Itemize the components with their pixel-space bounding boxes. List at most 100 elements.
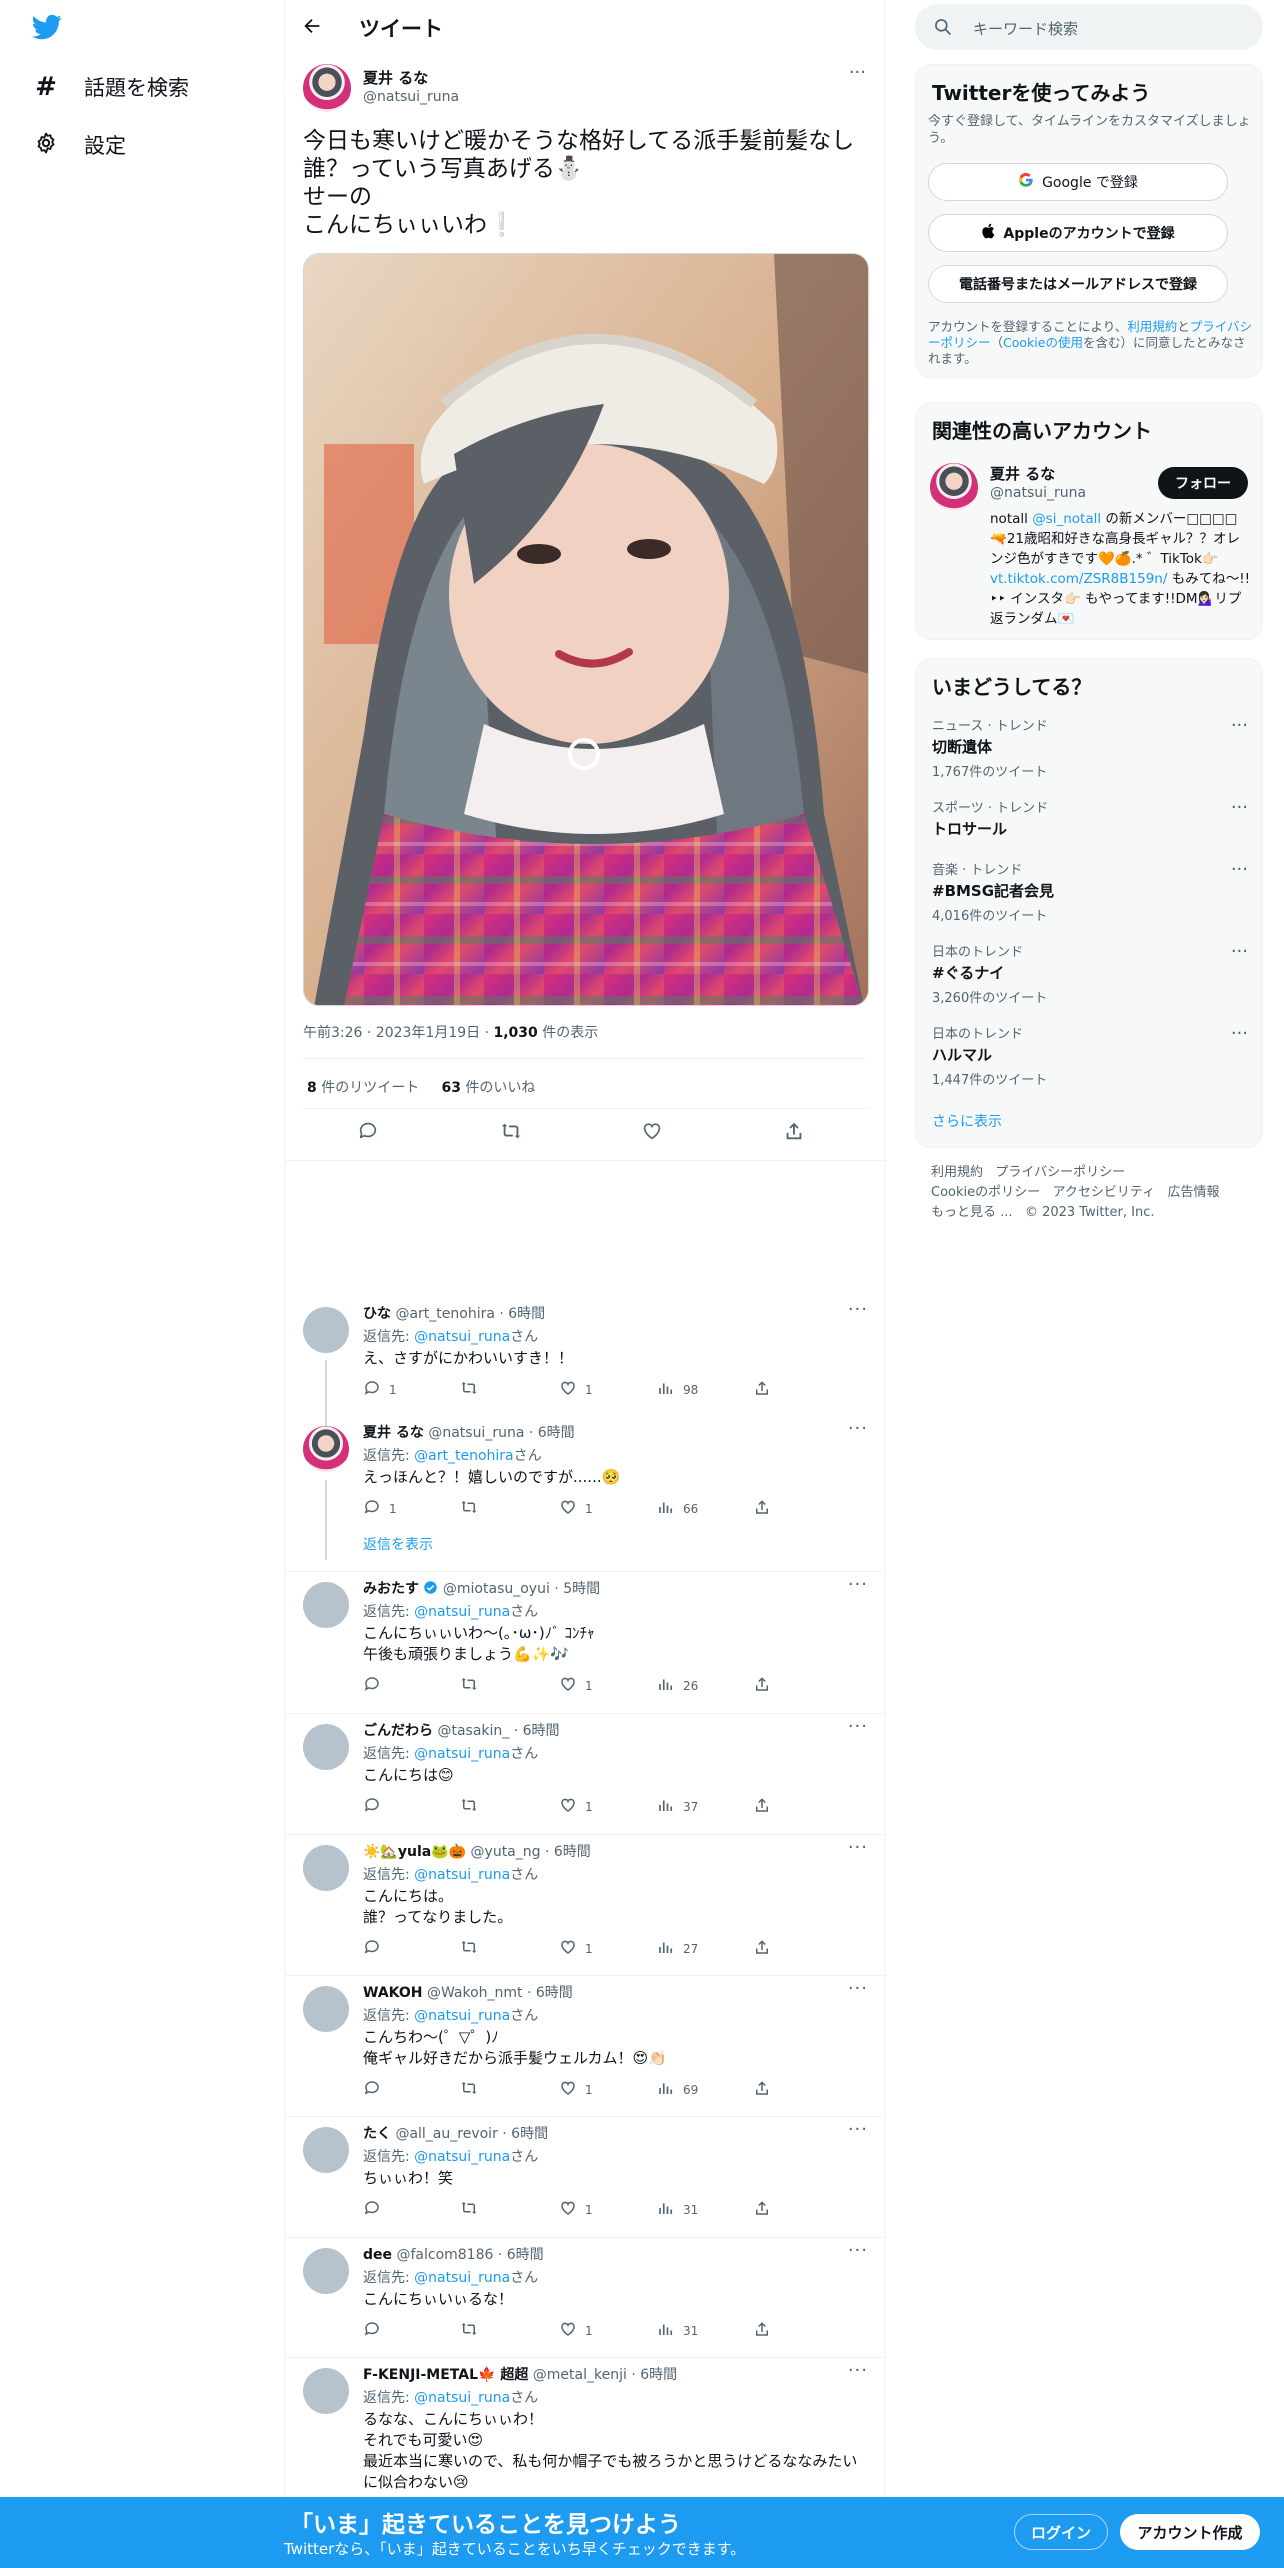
reply-more-icon[interactable]: ··· [848,1978,868,1999]
reply-tweet[interactable]: たく @all_au_revoir · 6時間 ··· 返信先: @natsui_r… [285,2117,886,2238]
reply-views-button[interactable]: 31 [657,2320,698,2341]
reply-like-button[interactable]: 1 [559,2320,593,2341]
back-arrow-icon[interactable] [301,15,323,41]
reply-more-icon[interactable]: ··· [848,1418,868,1439]
google-signup-button[interactable]: Google で登録 [928,163,1228,201]
reply-more-icon[interactable]: ··· [848,1574,868,1595]
reply-views-button[interactable]: 26 [657,1675,698,1696]
author-avatar[interactable] [303,64,351,112]
reply-tweet[interactable]: F-KENJI-METAL🍁 超超 @metal_kenji · 6時間 ··· 返… [285,2358,886,2498]
reply-views-button[interactable]: 66 [657,1498,698,1519]
related-name[interactable]: 夏井 るな [990,463,1055,484]
reply-avatar[interactable] [303,1307,349,1353]
reply-to-link[interactable]: @natsui_runa [414,1604,510,1620]
reply-share-button[interactable] [753,2199,771,2220]
reply-reply-button[interactable] [363,1796,389,1817]
reply-author[interactable]: みおたす @miotasu_oyui · 5時間 [363,1578,600,1598]
show-more-link[interactable]: さらに表示 [932,1111,1002,1131]
terms-link[interactable]: 利用規約 [1127,319,1177,334]
footer-more-link[interactable]: もっと見る ... [931,1205,1013,1220]
reply-to-link[interactable]: @natsui_runa [414,2270,510,2286]
reply-share-button[interactable] [753,1675,771,1696]
reply-reply-button[interactable] [363,1938,389,1959]
reply-tweet[interactable]: みおたす @miotasu_oyui · 5時間 ··· 返信先: @natsui_… [285,1572,886,1714]
reply-tweet[interactable]: ☀️🏡yula🐸🎃 @yuta_ng · 6時間 ··· 返信先: @natsui_… [285,1835,886,1976]
footer-privacy-link[interactable]: プライバシーポリシー [995,1165,1125,1180]
reply-tweet[interactable]: ごんだわら @tasakin_ · 6時間 ··· 返信先: @natsui_run… [285,1714,886,1835]
share-icon[interactable] [783,1120,805,1146]
related-handle[interactable]: @natsui_runa [990,485,1086,501]
apple-signup-button[interactable]: Appleのアカウントで登録 [928,214,1228,252]
reply-reply-button[interactable]: 1 [363,1379,397,1400]
reply-author[interactable]: dee @falcom8186 · 6時間 [363,2244,544,2264]
login-button[interactable]: ログイン [1014,2514,1108,2550]
reply-reply-button[interactable] [363,2079,389,2100]
reply-views-button[interactable]: 69 [657,2079,698,2100]
reply-icon[interactable] [357,1120,379,1146]
reply-retweet-button[interactable] [459,1498,479,1519]
footer-cookie-link[interactable]: Cookieのポリシー [931,1185,1040,1200]
reply-author[interactable]: たく @all_au_revoir · 6時間 [363,2123,548,2143]
author-handle[interactable]: @natsui_runa [363,89,459,105]
reply-tweet[interactable]: 夏井 るな @natsui_runa · 6時間 ··· 返信先: @art_ten… [285,1416,886,1572]
trend-more-icon[interactable]: ··· [1231,1023,1248,1044]
reply-like-button[interactable]: 1 [559,1379,593,1400]
reply-author[interactable]: ごんだわら @tasakin_ · 6時間 [363,1720,560,1740]
trend-more-icon[interactable]: ··· [1231,859,1248,880]
reply-reply-button[interactable]: 1 [363,1498,397,1519]
reply-more-icon[interactable]: ··· [848,1837,868,1858]
reply-avatar[interactable] [303,2368,349,2414]
reply-retweet-button[interactable] [459,1379,479,1400]
reply-avatar[interactable] [303,2127,349,2173]
reply-author[interactable]: ひな @art_tenohira · 6時間 [363,1303,545,1323]
footer-accessibility-link[interactable]: アクセシビリティ [1053,1185,1156,1200]
tweet-time[interactable]: 午前3:26 · 2023年1月19日 · [303,1025,494,1041]
nav-explore[interactable]: # 話題を検索 [34,72,189,102]
reply-like-button[interactable]: 1 [559,1498,593,1519]
related-avatar[interactable] [930,463,978,511]
reply-to-link[interactable]: @art_tenohira [414,1448,513,1464]
trend-item[interactable]: ニュース · トレンド 切断遺体 1,767件のツイート ··· [932,715,1248,780]
footer-terms-link[interactable]: 利用規約 [931,1165,983,1180]
reply-to-link[interactable]: @natsui_runa [414,2390,510,2406]
reply-retweet-button[interactable] [459,2199,479,2220]
reply-to-link[interactable]: @natsui_runa [414,1329,510,1345]
reply-to-link[interactable]: @natsui_runa [414,1746,510,1762]
phone-signup-button[interactable]: 電話番号またはメールアドレスで登録 [928,265,1228,303]
reply-tweet[interactable]: ひな @art_tenohira · 6時間 ··· 返信先: @natsui_ru… [285,1297,886,1416]
reply-reply-button[interactable] [363,2199,389,2220]
cookie-link[interactable]: Cookieの使用 [1003,335,1083,350]
tweet-photo[interactable] [303,253,869,1006]
search-input[interactable]: キーワード検索 [915,4,1263,50]
reply-retweet-button[interactable] [459,1938,479,1959]
reply-author[interactable]: WAKOH @Wakoh_nmt · 6時間 [363,1982,573,2002]
reply-author[interactable]: ☀️🏡yula🐸🎃 @yuta_ng · 6時間 [363,1841,591,1861]
reply-retweet-button[interactable] [459,2079,479,2100]
author-name[interactable]: 夏井 るな [363,67,428,88]
reply-views-button[interactable]: 98 [657,1379,698,1400]
reply-avatar[interactable] [303,1582,349,1628]
reply-views-button[interactable]: 27 [657,1938,698,1959]
reply-tweet[interactable]: WAKOH @Wakoh_nmt · 6時間 ··· 返信先: @natsui_ru… [285,1976,886,2117]
reply-avatar[interactable] [303,1724,349,1770]
trend-item[interactable]: 日本のトレンド ハルマル 1,447件のツイート ··· [932,1023,1248,1088]
reply-like-button[interactable]: 1 [559,1796,593,1817]
follow-button[interactable]: フォロー [1158,467,1248,499]
reply-share-button[interactable] [753,1796,771,1817]
reply-to-link[interactable]: @natsui_runa [414,1867,510,1883]
trend-item[interactable]: スポーツ · トレンド トロサール ··· [932,797,1248,839]
reply-author[interactable]: F-KENJI-METAL🍁 超超 @metal_kenji · 6時間 [363,2364,677,2384]
trend-more-icon[interactable]: ··· [1231,715,1248,736]
reply-to-link[interactable]: @natsui_runa [414,2008,510,2024]
reply-views-button[interactable]: 31 [657,2199,698,2220]
twitter-logo-icon[interactable] [30,12,64,46]
reply-reply-button[interactable] [363,1675,389,1696]
show-replies-link[interactable]: 返信を表示 [363,1534,433,1554]
reply-share-button[interactable] [753,1379,771,1400]
more-options-icon[interactable]: ··· [849,62,866,83]
retweet-stat[interactable]: 8 件のリツイート [307,1080,419,1096]
reply-like-button[interactable]: 1 [559,2199,593,2220]
reply-retweet-button[interactable] [459,1796,479,1817]
reply-to-link[interactable]: @natsui_runa [414,2149,510,2165]
reply-more-icon[interactable]: ··· [848,2240,868,2261]
